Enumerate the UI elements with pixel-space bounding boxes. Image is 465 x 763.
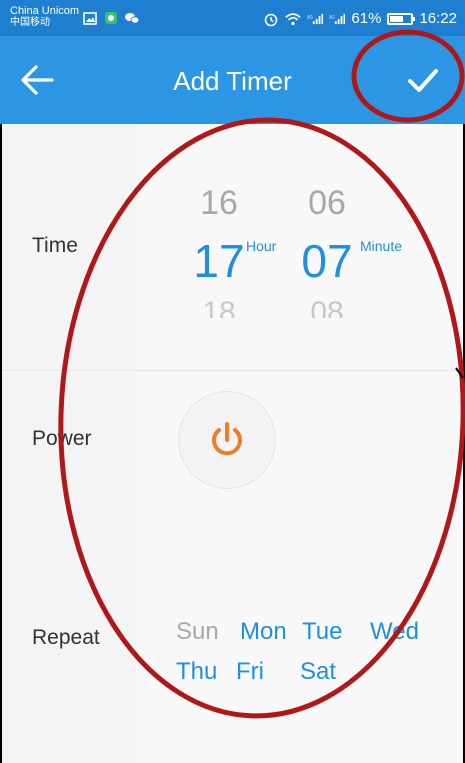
power-label: Power xyxy=(32,427,92,450)
power-icon xyxy=(212,422,242,456)
power-label-column: Power xyxy=(2,371,136,501)
status-bar: China Unicom 中国移动 3G 2G 61% 16:22 xyxy=(0,0,465,36)
signal-2g-icon: 2G xyxy=(329,11,346,27)
status-right: 3G 2G 61% 16:22 xyxy=(263,10,457,27)
hour-prev[interactable]: 16 xyxy=(174,184,264,223)
minute-next[interactable]: 08 xyxy=(282,296,372,318)
time-label-column: Time xyxy=(2,124,136,370)
day-sat[interactable]: Sat xyxy=(300,658,336,686)
repeat-label: Repeat xyxy=(32,626,100,649)
power-content xyxy=(136,371,463,501)
app-icon xyxy=(103,11,119,25)
app-header: Add Timer xyxy=(0,36,465,124)
repeat-row: Repeat Sun Mon Tue Wed Thu Fri Sat xyxy=(2,500,463,763)
day-tue[interactable]: Tue xyxy=(302,618,342,646)
minute-current[interactable]: 07 xyxy=(282,234,372,288)
wifi-icon xyxy=(285,11,302,27)
carrier-info: China Unicom 中国移动 xyxy=(10,5,79,29)
time-label: Time xyxy=(32,234,78,257)
repeat-label-column: Repeat xyxy=(2,500,136,763)
check-icon xyxy=(408,69,438,92)
day-wed[interactable]: Wed xyxy=(370,618,419,646)
day-fri[interactable]: Fri xyxy=(236,658,264,686)
net1-text: 3G xyxy=(307,14,313,19)
minute-unit-label: Minute xyxy=(360,238,403,254)
time-picker: 16 17 18 Hour 06 07 08 Minute xyxy=(136,124,463,370)
carrier-line-2: 中国移动 xyxy=(10,17,50,28)
signal-3g-icon: 3G xyxy=(307,11,324,27)
alarm-icon xyxy=(263,11,279,27)
wechat-icon xyxy=(124,11,140,25)
day-thu[interactable]: Thu xyxy=(176,658,217,686)
confirm-button[interactable] xyxy=(395,56,451,104)
repeat-content: Sun Mon Tue Wed Thu Fri Sat xyxy=(136,500,463,763)
gallery-icon xyxy=(82,11,98,25)
hour-next[interactable]: 18 xyxy=(174,296,264,318)
day-mon[interactable]: Mon xyxy=(240,618,287,646)
hour-unit-label: Hour xyxy=(246,238,277,254)
clock-time: 16:22 xyxy=(419,10,457,27)
carrier-line-1: China Unicom xyxy=(10,5,80,17)
battery-percent: 61% xyxy=(351,10,382,27)
battery-fill xyxy=(390,15,403,22)
time-row: Time 16 17 18 Hour 06 07 08 Minute xyxy=(2,124,463,370)
minute-prev[interactable]: 06 xyxy=(282,184,372,223)
power-row: Power xyxy=(2,370,463,502)
power-toggle-button[interactable] xyxy=(178,391,276,489)
day-sun[interactable]: Sun xyxy=(176,618,219,646)
notification-icons xyxy=(82,11,140,25)
battery-icon xyxy=(387,12,416,25)
net2-text: 2G xyxy=(329,14,335,19)
